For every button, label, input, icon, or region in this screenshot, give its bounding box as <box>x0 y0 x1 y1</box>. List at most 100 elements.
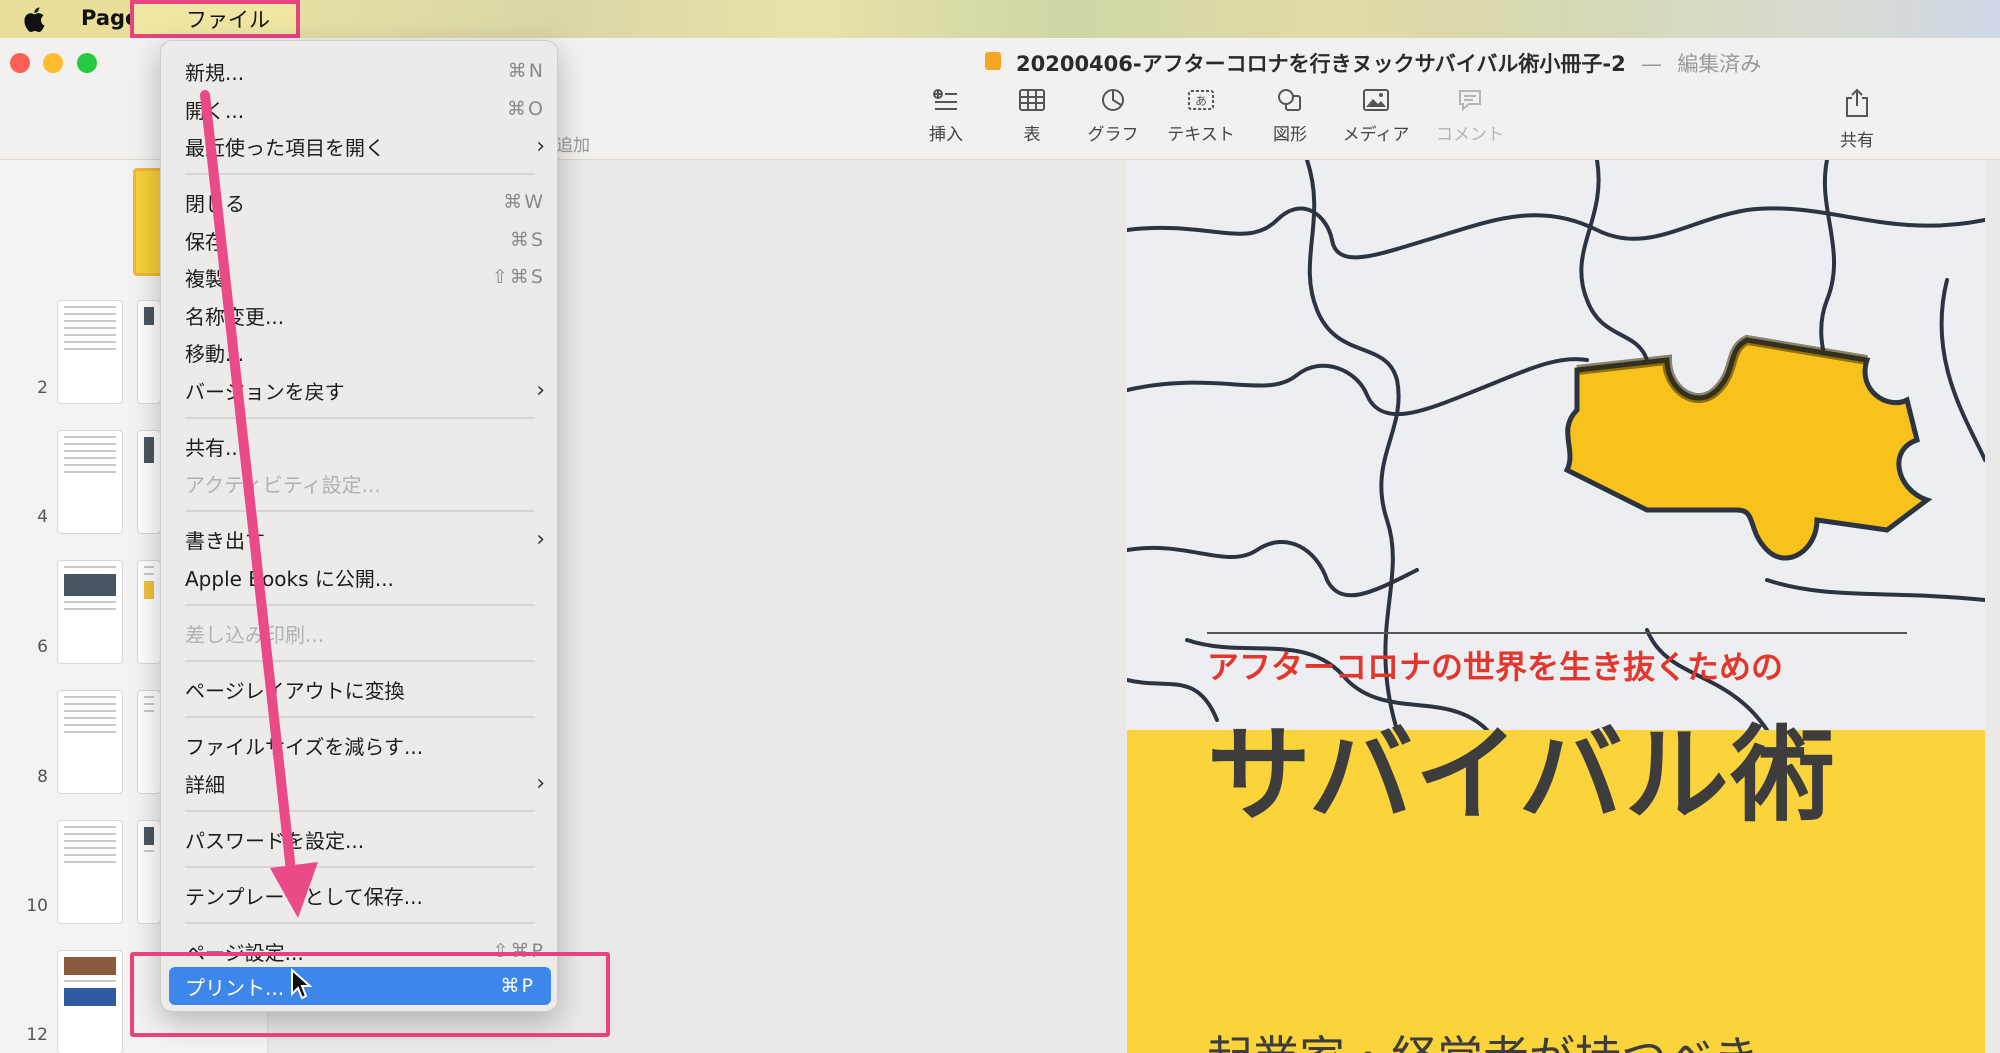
media-button[interactable]: メディア <box>1331 88 1421 145</box>
mouse-cursor-icon <box>291 968 312 1000</box>
insert-button[interactable]: 挿入 <box>901 88 991 145</box>
chevron-right-icon: › <box>536 526 545 552</box>
menu-separator <box>185 510 535 512</box>
menu-item-label: テンプレートとして保存... <box>185 884 423 909</box>
menu-item-open[interactable]: 開く... ⌘O <box>185 91 545 127</box>
add-page-label[interactable]: 追加 <box>556 131 590 156</box>
menu-separator <box>185 866 535 868</box>
page-thumbnail[interactable] <box>57 560 123 664</box>
text-button[interactable]: あ テキスト <box>1156 88 1246 145</box>
menu-item-rename[interactable]: 名称変更... <box>185 297 545 333</box>
page-thumbnail[interactable] <box>57 820 123 924</box>
menu-separator <box>185 922 535 924</box>
media-label: メディア <box>1342 125 1410 145</box>
file-menu-title[interactable]: ファイル <box>130 0 300 38</box>
page-thumbnail[interactable] <box>57 950 123 1053</box>
insert-label: 挿入 <box>929 125 963 145</box>
cover-page[interactable] <box>1127 160 1985 1053</box>
menu-item-shortcut: ⇧⌘S <box>492 266 545 288</box>
menu-item-label: バージョンを戻す <box>185 379 345 404</box>
menu-item-shortcut: ⌘W <box>503 191 545 213</box>
apple-icon[interactable] <box>24 5 48 33</box>
menu-item-label: 共有... <box>185 435 245 460</box>
menu-item-label: 差し込み印刷... <box>185 622 325 647</box>
menu-item-export[interactable]: 書き出す › <box>185 521 545 557</box>
menu-item-close[interactable]: 閉じる ⌘W <box>185 184 545 220</box>
menu-item-set-password[interactable]: パスワードを設定... <box>185 821 545 857</box>
share-button[interactable]: 共有 <box>1812 88 1902 151</box>
page-number: 10 <box>26 896 48 916</box>
menu-item-open-recent[interactable]: 最近使った項目を開く › <box>185 128 545 164</box>
page-thumbnail[interactable] <box>137 560 161 664</box>
shape-icon <box>1278 89 1301 111</box>
chart-label: グラフ <box>1087 125 1139 145</box>
menu-item-duplicate[interactable]: 複製 ⇧⌘S <box>185 259 545 295</box>
chevron-right-icon: › <box>536 133 545 159</box>
page-number: 2 <box>37 378 48 398</box>
chart-icon <box>1102 89 1124 111</box>
page-thumbnail[interactable] <box>57 300 123 404</box>
page-number: 4 <box>37 507 48 527</box>
menu-item-revert[interactable]: バージョンを戻す › <box>185 372 545 408</box>
menu-item-save[interactable]: 保存 ⌘S <box>185 222 545 258</box>
print-highlight-box <box>130 952 610 1037</box>
menu-item-share[interactable]: 共有... <box>185 428 545 464</box>
page-thumbnail[interactable] <box>57 690 123 794</box>
menu-item-label: 閉じる <box>185 191 245 216</box>
menu-item-label: Apple Books に公開... <box>185 566 394 591</box>
insert-icon <box>933 89 957 110</box>
menu-item-label: 移動... <box>185 341 245 366</box>
menu-separator <box>185 716 535 718</box>
svg-text:あ: あ <box>1195 94 1207 108</box>
table-label: 表 <box>1023 125 1041 145</box>
share-icon <box>1846 88 1868 117</box>
menu-item-publish-apple-books[interactable]: Apple Books に公開... <box>185 559 545 595</box>
menu-separator <box>185 173 535 175</box>
cover-tagline: 起業家・経営者が持つべき <box>1207 1022 1759 1053</box>
zoom-window-button[interactable] <box>77 53 97 73</box>
menu-item-label: パスワードを設定... <box>185 828 365 853</box>
page-thumbnail[interactable] <box>137 820 161 924</box>
chart-button[interactable]: グラフ <box>1068 88 1158 145</box>
menu-item-label: ファイルサイズを減らす... <box>185 734 424 759</box>
shape-button[interactable]: 図形 <box>1245 88 1335 145</box>
table-icon <box>1019 89 1045 111</box>
page-number: 6 <box>37 637 48 657</box>
menu-item-activity-settings: アクティビティ設定... <box>185 465 545 501</box>
document-icon <box>985 52 1001 70</box>
menu-item-save-as-template[interactable]: テンプレートとして保存... <box>185 877 545 913</box>
menu-item-advanced[interactable]: 詳細 › <box>185 765 545 801</box>
comment-button[interactable]: コメント <box>1425 88 1515 145</box>
menu-item-new[interactable]: 新規... ⌘N <box>185 53 545 89</box>
minimize-window-button[interactable] <box>43 53 63 73</box>
cover-title: サバイバル術 <box>1207 713 1837 836</box>
menu-item-label: 書き出す <box>185 528 265 553</box>
menu-item-mail-merge: 差し込み印刷... <box>185 615 545 651</box>
media-icon <box>1363 89 1389 111</box>
menu-item-label: 保存 <box>185 229 225 254</box>
menu-separator <box>185 660 535 662</box>
menu-bar-extras <box>300 0 2000 38</box>
file-menu-dropdown: 新規... ⌘N 開く... ⌘O 最近使った項目を開く › 閉じる ⌘W 保存 ⌘S 複… <box>160 40 558 1012</box>
menu-item-label: アクティビティ設定... <box>185 472 381 497</box>
page-thumbnail[interactable] <box>137 690 161 794</box>
table-button[interactable]: 表 <box>987 88 1077 145</box>
menu-item-label: 新規... <box>185 60 245 85</box>
share-label: 共有 <box>1840 131 1874 151</box>
page-thumbnail[interactable] <box>57 430 123 534</box>
menu-item-move[interactable]: 移動... <box>185 334 545 370</box>
menu-item-shortcut: ⌘N <box>507 60 545 82</box>
page-thumbnail[interactable] <box>137 430 161 534</box>
menu-item-label: 詳細 <box>185 772 225 797</box>
menu-item-convert-page-layout[interactable]: ページレイアウトに変換 <box>185 671 545 707</box>
close-window-button[interactable] <box>10 53 30 73</box>
chevron-right-icon: › <box>536 377 545 403</box>
page-number: 8 <box>37 767 48 787</box>
menu-item-reduce-file-size[interactable]: ファイルサイズを減らす... <box>185 727 545 763</box>
page-thumbnail[interactable] <box>137 300 161 404</box>
menu-separator <box>185 604 535 606</box>
window-title: 20200406-アフターコロナを行きヌックサバイバル術小冊子-2 — 編集済み <box>1016 48 1761 78</box>
text-box-icon: あ <box>1188 90 1214 110</box>
text-label: テキスト <box>1167 125 1235 145</box>
menu-item-label: ページレイアウトに変換 <box>185 678 405 703</box>
